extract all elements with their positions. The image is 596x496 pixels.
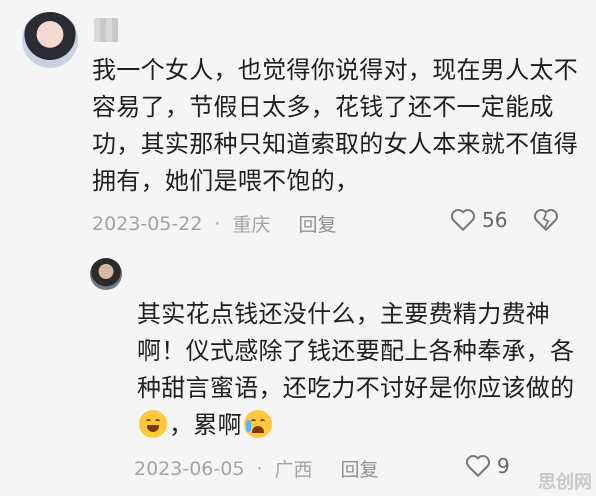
reply-date: 2023-06-05	[134, 457, 245, 480]
separator-dot: ·	[256, 457, 263, 480]
reply-avatar[interactable]	[90, 258, 122, 290]
reply-actions: 9	[465, 454, 510, 478]
comment-meta: 2023-05-22 · 重庆 回复	[92, 210, 337, 237]
like-count: 56	[482, 208, 508, 232]
reply-button[interactable]: 回复	[340, 455, 378, 482]
like-count: 9	[497, 454, 510, 478]
reply-text-end: ，累啊	[169, 411, 242, 439]
watermark: 思创网	[538, 472, 592, 493]
comment-text: 我一个女人，也觉得你说得对，现在男人太不容易了，节假日太多，花钱了还不一定能成功…	[92, 56, 578, 195]
reply-location: 广西	[274, 459, 313, 481]
commenter-avatar[interactable]	[22, 12, 78, 68]
comment-location: 重庆	[232, 214, 271, 236]
comment-date: 2023-05-22	[92, 212, 203, 235]
separator-dot: ·	[214, 212, 221, 235]
commenter-name-masked[interactable]	[94, 18, 118, 42]
crying-emoji-icon	[243, 410, 272, 438]
reply-meta: 2023-06-05 · 广西 回复	[134, 455, 379, 482]
reply-text: 其实花点钱还没什么，主要费精力费神啊！仪式感除了钱还要配上各种奉承，各种甜言蜜语…	[137, 296, 587, 444]
reply-text-main: 其实花点钱还没什么，主要费精力费神啊！仪式感除了钱还要配上各种奉承，各种甜言蜜语…	[137, 300, 575, 402]
comment-actions: 56	[450, 208, 559, 232]
broken-heart-icon[interactable]	[533, 208, 559, 232]
laughing-emoji-icon	[139, 410, 167, 438]
heart-icon[interactable]	[465, 454, 491, 478]
reply-button[interactable]: 回复	[298, 210, 336, 237]
heart-icon[interactable]	[450, 208, 476, 232]
